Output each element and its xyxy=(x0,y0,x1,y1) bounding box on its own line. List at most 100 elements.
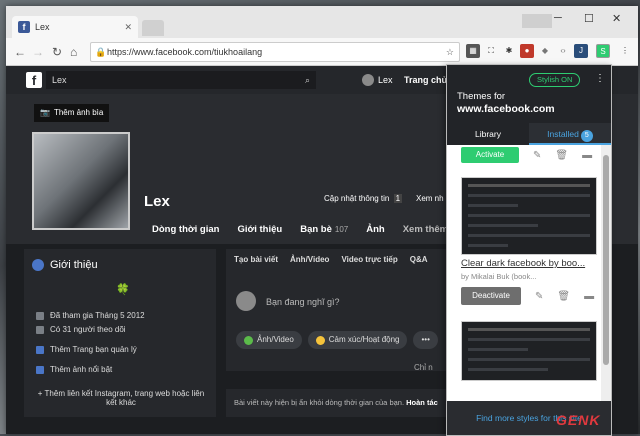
stylish-menu-icon[interactable]: ⋮ xyxy=(595,73,605,84)
undo-link[interactable]: Hoàn tác xyxy=(406,398,438,407)
tab-installed-label: Installed xyxy=(547,129,579,139)
address-bar-row: ← → ↻ ⌂ 🔒 https://www.facebook.com/tiukh… xyxy=(6,38,638,66)
home-icon[interactable]: ⌂ xyxy=(70,45,77,59)
new-tab-button[interactable] xyxy=(142,20,164,36)
add-cover-button[interactable]: 📷 Thêm ảnh bìa xyxy=(34,104,110,122)
edit-icon[interactable]: ✎ xyxy=(535,291,543,302)
puzzle-extension-icon[interactable]: ✱ xyxy=(502,44,516,58)
tab-library[interactable]: Library xyxy=(447,123,529,145)
bookmark-star-icon[interactable]: ☆ xyxy=(446,43,454,61)
followers-label: Có 31 người theo dõi xyxy=(50,325,126,334)
tab-photo-video[interactable]: Ảnh/Video xyxy=(290,255,329,264)
deactivate-button[interactable]: Deactivate xyxy=(461,287,521,305)
update-info-count: 1 xyxy=(393,194,403,203)
topbar-user[interactable]: Lex xyxy=(362,74,393,86)
update-info-label: Cập nhật thông tin xyxy=(324,194,390,203)
intro-heading: Giới thiệu xyxy=(32,259,98,271)
style-thumbnail[interactable] xyxy=(461,177,597,255)
watermark-text: GENK xyxy=(556,412,601,428)
comment-icon[interactable]: ▬ xyxy=(582,150,592,161)
camera-icon: 📷 xyxy=(40,108,50,117)
composer-buttons: Ảnh/Video Cảm xúc/Hoạt động ••• xyxy=(236,331,438,349)
tab-about[interactable]: Giới thiệu xyxy=(237,224,282,235)
profile-picture[interactable] xyxy=(32,132,130,230)
style-name-link[interactable]: Clear dark facebook by boo... xyxy=(461,258,593,269)
add-cover-label: Thêm ảnh bìa xyxy=(53,108,104,117)
facebook-search-input[interactable]: Lex ⌕ xyxy=(46,71,316,89)
installed-styles-list: Activate ✎ 🗑 ▬ Clear dark facebook by bo… xyxy=(447,145,601,401)
tab-qa[interactable]: Q&A xyxy=(410,255,428,264)
activate-button[interactable]: Activate xyxy=(461,147,519,163)
extension-icon-1[interactable]: ▦ xyxy=(466,44,480,58)
joined-item: Đã tham gia Tháng 5 2012 xyxy=(36,311,145,320)
add-links-item[interactable]: + Thêm liên kết Instagram, trang web hoặ… xyxy=(36,389,206,407)
comment-icon[interactable]: ▬ xyxy=(584,291,594,302)
edit-icon[interactable]: ✎ xyxy=(533,150,541,161)
feeling-button[interactable]: Cảm xúc/Hoạt động xyxy=(307,331,408,349)
extension-icon-5[interactable]: ◆ xyxy=(538,44,552,58)
installed-count-badge: 5 xyxy=(580,130,593,142)
scrollbar-thumb[interactable] xyxy=(603,155,609,365)
tab-timeline[interactable]: Dòng thời gian xyxy=(152,224,219,235)
stylish-title-line1: Themes for xyxy=(457,91,506,102)
home-link[interactable]: Trang chủ xyxy=(404,75,447,85)
reload-icon[interactable]: ↻ xyxy=(52,45,62,59)
profile-name: Lex xyxy=(144,193,170,210)
url-text: https://www.facebook.com/tiukhoailang xyxy=(107,47,263,57)
intro-heading-label: Giới thiệu xyxy=(50,259,98,271)
followers-item[interactable]: Có 31 người theo dõi xyxy=(36,325,126,334)
minimize-icon[interactable]: ─ xyxy=(554,12,562,24)
close-window-icon[interactable]: ✕ xyxy=(612,12,621,25)
tab-create-post[interactable]: Tạo bài viết xyxy=(234,255,278,264)
composer-input[interactable]: Bạn đang nghĩ gì? xyxy=(266,297,340,307)
stylish-extension-icon[interactable]: S xyxy=(596,44,610,58)
pages-item[interactable]: Thêm Trang bạn quản lý xyxy=(36,345,137,354)
tab-friends[interactable]: Bạn bè 107 xyxy=(300,224,348,235)
privacy-selector[interactable]: Chỉ n xyxy=(414,363,433,372)
profile-tabs: Dòng thời gian Giới thiệu Bạn bè 107 Ảnh … xyxy=(152,224,456,235)
tab-installed[interactable]: Installed 5 xyxy=(529,123,611,145)
url-input[interactable]: 🔒 https://www.facebook.com/tiukhoailang … xyxy=(90,42,460,62)
trash-icon[interactable]: 🗑 xyxy=(555,150,568,161)
view-more-button[interactable]: Xem nh xyxy=(416,194,444,203)
joined-label: Đã tham gia Tháng 5 2012 xyxy=(50,311,145,320)
extension-icon-4[interactable]: ● xyxy=(520,44,534,58)
tab-friends-label: Bạn bè xyxy=(300,224,332,235)
close-tab-icon[interactable]: ✕ xyxy=(124,22,132,33)
back-icon[interactable]: ← xyxy=(14,45,26,59)
extension-icon-2[interactable]: ⛶ xyxy=(484,44,498,58)
forward-icon[interactable]: → xyxy=(32,45,44,59)
extension-icon-6[interactable]: ‹› xyxy=(556,44,570,58)
maximize-icon[interactable]: ☐ xyxy=(584,12,594,25)
feeling-label: Cảm xúc/Hoạt động xyxy=(328,335,400,344)
photo-icon xyxy=(244,335,253,345)
facebook-favicon-icon: f xyxy=(18,21,30,33)
tab-bar: f Lex ✕ ─ ☐ ✕ xyxy=(6,6,638,38)
trash-icon[interactable]: 🗑 xyxy=(557,291,570,302)
facebook-logo-icon[interactable]: f xyxy=(26,72,42,88)
stylish-toggle[interactable]: Stylish ON xyxy=(529,73,581,87)
avatar xyxy=(362,74,374,86)
tab-live-video[interactable]: Video trực tiếp xyxy=(341,255,397,264)
update-info-button[interactable]: Cập nhật thông tin 1 xyxy=(324,194,403,203)
composer-avatar xyxy=(236,291,256,311)
stylish-title: Themes for www.facebook.com xyxy=(457,91,555,116)
featured-item[interactable]: Thêm ảnh nổi bật xyxy=(36,365,112,374)
stylish-header: Stylish ON ⋮ Themes for www.facebook.com xyxy=(447,65,611,123)
search-icon[interactable]: ⌕ xyxy=(305,71,310,89)
profile-button[interactable] xyxy=(522,14,552,28)
extension-icon-7[interactable]: J xyxy=(574,44,588,58)
featured-label: Thêm ảnh nổi bật xyxy=(50,365,113,374)
post-composer: Tạo bài viết Ảnh/Video Video trực tiếp Q… xyxy=(226,249,448,372)
browser-tab[interactable]: f Lex ✕ xyxy=(12,16,138,38)
chrome-menu-icon[interactable]: ⋮ xyxy=(618,44,632,58)
style-row-actions-2: Deactivate ✎ 🗑 ▬ xyxy=(461,287,594,305)
style-thumbnail-2[interactable] xyxy=(461,321,597,381)
popup-scrollbar[interactable] xyxy=(601,145,611,401)
browser-window: f Lex ✕ ─ ☐ ✕ ← → ↻ ⌂ 🔒 https://www.face… xyxy=(6,6,638,436)
photo-icon xyxy=(36,365,44,374)
tab-photos[interactable]: Ảnh xyxy=(366,224,384,235)
photo-video-button[interactable]: Ảnh/Video xyxy=(236,331,302,349)
hidden-post-text: Bài viết này hiện bị ẩn khỏi dòng thời g… xyxy=(234,398,405,407)
more-options-button[interactable]: ••• xyxy=(413,331,438,349)
